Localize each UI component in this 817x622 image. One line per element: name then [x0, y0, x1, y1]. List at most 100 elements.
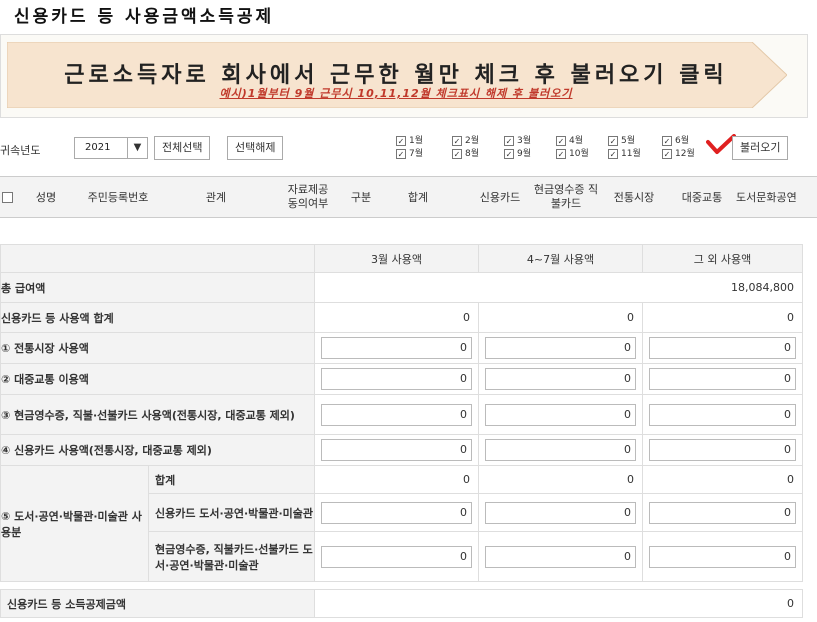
- checkbox-checked-icon[interactable]: ✓: [396, 148, 406, 159]
- checkbox-checked-icon[interactable]: ✓: [504, 135, 514, 146]
- grid-header: 성명 주민등록번호 관계 자료제공 동의여부 구분 합계 신용카드 현금영수증 …: [0, 176, 817, 218]
- month-checkbox-12[interactable]: ✓ 12월: [662, 148, 695, 160]
- col-other-header: 그 외 사용액: [642, 244, 803, 273]
- table-row-total-salary: 총 급여액 18,084,800: [0, 272, 803, 303]
- month-checkbox-9[interactable]: ✓ 9월: [504, 148, 531, 160]
- usage-summary-table: 3월 사용액 4~7월 사용액 그 외 사용액 총 급여액 18,084,800…: [0, 244, 803, 618]
- select-all-checkbox[interactable]: [2, 192, 13, 203]
- month-checkbox-10[interactable]: ✓ 10월: [556, 148, 589, 160]
- col-culture: 도서문화공연: [736, 191, 797, 204]
- month-checkbox-4[interactable]: ✓ 4월: [556, 135, 583, 147]
- amount-input[interactable]: 0: [321, 545, 472, 568]
- amount-input[interactable]: 0: [321, 403, 472, 426]
- row-label: 신용카드 등 사용액 합계: [0, 302, 315, 333]
- table-row-cash-receipt: ③ 현금영수증, 직불·선불카드 사용액(전통시장, 대중교통 제외) 0 0 …: [0, 394, 803, 435]
- row-label: 신용카드 도서·공연·박물관·미술관: [148, 493, 315, 532]
- checkbox-checked-icon[interactable]: ✓: [662, 135, 672, 146]
- year-value: 2021: [85, 142, 111, 153]
- amount-input[interactable]: 0: [321, 501, 472, 524]
- row-label: ③ 현금영수증, 직불·선불카드 사용액(전통시장, 대중교통 제외): [0, 394, 315, 435]
- value-cell: 0: [642, 302, 803, 333]
- checkbox-checked-icon[interactable]: ✓: [608, 148, 618, 159]
- amount-input[interactable]: 0: [649, 337, 796, 359]
- culture-group-label: ⑤ 도서·공연·박물관·미술관 사용분: [0, 465, 149, 582]
- deduction-label: 신용카드 등 소득공제금액: [0, 589, 315, 618]
- checkbox-checked-icon[interactable]: ✓: [608, 135, 618, 146]
- col-march-header: 3월 사용액: [314, 244, 479, 273]
- row-label: ② 대중교통 이용액: [0, 363, 315, 395]
- value-cell: 0: [478, 302, 643, 333]
- amount-input[interactable]: 0: [649, 368, 796, 390]
- col-transit: 대중교통: [681, 191, 723, 204]
- checkbox-checked-icon[interactable]: ✓: [556, 135, 566, 146]
- value-cell: 0: [314, 465, 479, 494]
- month-checkbox-2[interactable]: ✓ 2월: [452, 135, 479, 147]
- row-label: 총 급여액: [0, 272, 315, 303]
- col-credit: 신용카드: [479, 191, 521, 204]
- load-button[interactable]: 불러오기: [732, 136, 789, 160]
- amount-input[interactable]: 0: [485, 545, 636, 568]
- amount-input[interactable]: 0: [649, 403, 796, 426]
- month-checkbox-11[interactable]: ✓ 11월: [608, 148, 641, 160]
- table-row-usage-total: 신용카드 등 사용액 합계 0 0 0: [0, 302, 803, 333]
- amount-input[interactable]: 0: [485, 403, 636, 426]
- month-checkbox-6[interactable]: ✓ 6월: [662, 135, 689, 147]
- checkbox-checked-icon[interactable]: ✓: [452, 148, 462, 159]
- instruction-banner: 근로소득자로 회사에서 근무한 월만 체크 후 불러오기 클릭 예시)1월부터 …: [0, 34, 808, 118]
- col-total: 합계: [407, 191, 429, 204]
- month-checkbox-7[interactable]: ✓ 7월: [396, 148, 423, 160]
- summary-header-row: 3월 사용액 4~7월 사용액 그 외 사용액: [0, 244, 803, 273]
- year-label: 귀속년도: [0, 144, 41, 157]
- spacer-row: [0, 581, 803, 590]
- checkbox-checked-icon[interactable]: ✓: [396, 135, 406, 146]
- amount-input[interactable]: 0: [321, 368, 472, 390]
- table-row-deduction: 신용카드 등 소득공제금액 0: [0, 589, 803, 618]
- checkbox-checked-icon[interactable]: ✓: [662, 148, 672, 159]
- deselect-button[interactable]: 선택해제: [227, 136, 284, 160]
- month-checkboxes: ✓ 1월 ✓ 2월 ✓ 3월 ✓ 4월 ✓ 5월 ✓ 6월 ✓ 7월 ✓ 8월 ✓ 9월 ✓ 10월…: [396, 135, 726, 163]
- month-checkbox-5[interactable]: ✓ 5월: [608, 135, 635, 147]
- amount-input[interactable]: 0: [485, 368, 636, 390]
- value-cell: 0: [478, 465, 643, 494]
- total-salary-value: 18,084,800: [314, 272, 803, 303]
- summary-header-label: [0, 244, 315, 273]
- chevron-down-icon[interactable]: ▼: [127, 138, 147, 158]
- page-title: 신용카드 등 사용금액소득공제: [14, 7, 275, 27]
- select-all-button[interactable]: 전체선택: [154, 136, 211, 160]
- month-checkbox-8[interactable]: ✓ 8월: [452, 148, 479, 160]
- month-checkbox-3[interactable]: ✓ 3월: [504, 135, 531, 147]
- col-relation: 관계: [205, 191, 227, 204]
- amount-input[interactable]: 0: [485, 501, 636, 524]
- amount-input[interactable]: 0: [485, 439, 636, 461]
- row-label: ① 전통시장 사용액: [0, 332, 315, 364]
- toolbar: 귀속년도 2021 ▼ 전체선택 선택해제 ✓ 1월 ✓ 2월 ✓ 3월 ✓ 4월 ✓ 5…: [0, 130, 817, 166]
- amount-input[interactable]: 0: [485, 337, 636, 359]
- amount-input[interactable]: 0: [649, 545, 796, 568]
- amount-input[interactable]: 0: [649, 501, 796, 524]
- col-name: 성명: [35, 191, 57, 204]
- deduction-value: 0: [314, 589, 803, 618]
- checkbox-checked-icon[interactable]: ✓: [556, 148, 566, 159]
- value-cell: 0: [642, 465, 803, 494]
- amount-input[interactable]: 0: [649, 439, 796, 461]
- col-consent: 자료제공 동의여부: [287, 183, 329, 210]
- month-checkbox-1[interactable]: ✓ 1월: [396, 135, 423, 147]
- col-apr-jul-header: 4~7월 사용액: [478, 244, 643, 273]
- checkbox-checked-icon[interactable]: ✓: [452, 135, 462, 146]
- value-cell: 0: [314, 302, 479, 333]
- year-select[interactable]: 2021 ▼: [74, 137, 148, 159]
- banner-sub-text: 예시)1월부터 9월 근무시 10,11,12월 체크표시 해제 후 불러오기: [219, 87, 573, 100]
- table-row-culture-total: ⑤ 도서·공연·박물관·미술관 사용분 합계 0 0 0: [0, 465, 803, 582]
- col-cash-receipt: 현금영수증 직불카드: [533, 183, 599, 210]
- col-rrn: 주민등록번호: [87, 191, 149, 204]
- amount-input[interactable]: 0: [321, 439, 472, 461]
- amount-input[interactable]: 0: [321, 337, 472, 359]
- row-label: ④ 신용카드 사용액(전통시장, 대중교통 제외): [0, 434, 315, 466]
- table-row-market: ① 전통시장 사용액 0 0 0: [0, 332, 803, 364]
- col-market: 전통시장: [613, 191, 655, 204]
- row-label: 합계: [148, 465, 315, 494]
- checkbox-checked-icon[interactable]: ✓: [504, 148, 514, 159]
- col-category: 구분: [350, 191, 372, 204]
- table-row-credit-card: ④ 신용카드 사용액(전통시장, 대중교통 제외) 0 0 0: [0, 434, 803, 466]
- table-row-transit: ② 대중교통 이용액 0 0 0: [0, 363, 803, 395]
